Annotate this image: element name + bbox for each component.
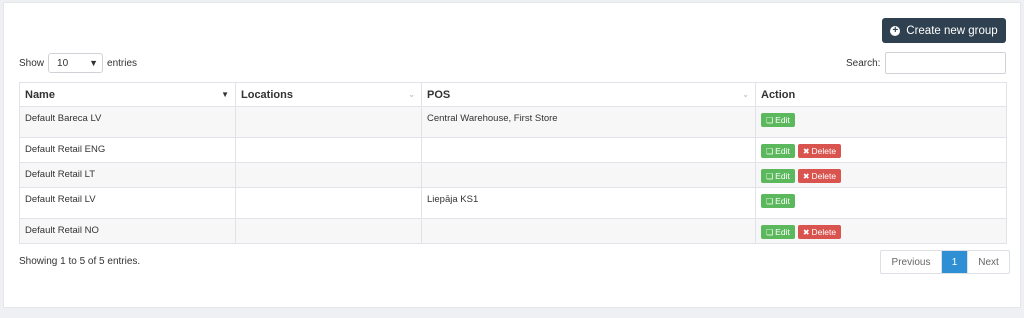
- search-label: Search:: [846, 57, 881, 69]
- delete-label: Delete: [811, 227, 837, 237]
- column-header-action-label: Action: [761, 88, 796, 101]
- cell-locations: [235, 162, 422, 188]
- sort-icon: ⌄: [742, 90, 749, 99]
- close-icon: ✖: [802, 171, 810, 181]
- entries-label: entries: [107, 57, 138, 69]
- close-icon: ✖: [802, 146, 810, 156]
- edit-button[interactable]: ❏ Edit: [761, 144, 795, 158]
- search-input[interactable]: [885, 52, 1007, 74]
- groups-table: Name ▼ Locations ⌄ POS ⌄ Action Default …: [19, 82, 1007, 244]
- close-icon: ✖: [802, 227, 810, 237]
- edit-icon: ❏: [766, 227, 774, 237]
- cell-name: Default Retail LV: [19, 187, 236, 219]
- cell-locations: [235, 218, 422, 244]
- cell-locations: [235, 137, 422, 163]
- table-row: Default Retail LT ❏ Edit ✖ Delete: [19, 162, 1007, 188]
- create-new-group-button[interactable]: + Create new group: [882, 18, 1006, 43]
- edit-button[interactable]: ❏ Edit: [761, 194, 795, 208]
- edit-button[interactable]: ❏ Edit: [761, 169, 795, 183]
- table-row: Default Retail NO ❏ Edit ✖ Delete: [19, 218, 1007, 244]
- cell-name: Default Retail LT: [19, 162, 236, 188]
- column-header-name-label: Name: [25, 88, 55, 101]
- delete-label: Delete: [811, 171, 837, 181]
- cell-pos: Central Warehouse, First Store: [421, 106, 756, 138]
- column-header-action: Action: [755, 82, 1007, 107]
- page-length-select[interactable]: 10 ▼: [48, 53, 104, 73]
- edit-label: Edit: [775, 227, 790, 237]
- edit-label: Edit: [775, 171, 790, 181]
- edit-icon: ❏: [766, 171, 774, 181]
- pagination-next-button[interactable]: Next: [967, 251, 1009, 273]
- edit-label: Edit: [775, 115, 790, 125]
- cell-name: Default Retail ENG: [19, 137, 236, 163]
- column-header-locations[interactable]: Locations ⌄: [235, 82, 422, 107]
- delete-button[interactable]: ✖ Delete: [797, 225, 842, 239]
- search-control: Search:: [846, 51, 1007, 75]
- cell-name: Default Bareca LV: [19, 106, 236, 138]
- cell-locations: [235, 106, 422, 138]
- cell-name: Default Retail NO: [19, 218, 236, 244]
- cell-actions: ❏ Edit ✖ Delete: [755, 137, 1007, 163]
- edit-icon: ❏: [766, 146, 774, 156]
- table-info: Showing 1 to 5 of 5 entries.: [19, 256, 141, 267]
- sort-desc-icon: ▼: [221, 90, 229, 99]
- delete-button[interactable]: ✖ Delete: [797, 144, 842, 158]
- cell-actions: ❏ Edit: [755, 187, 1007, 219]
- table-row: Default Retail ENG ❏ Edit ✖ Delete: [19, 137, 1007, 163]
- table-header-row: Name ▼ Locations ⌄ POS ⌄ Action: [19, 82, 1007, 107]
- delete-button[interactable]: ✖ Delete: [797, 169, 842, 183]
- table-row: Default Retail LV Liepāja KS1 ❏ Edit: [19, 187, 1007, 219]
- chevron-down-icon: ▼: [89, 58, 99, 68]
- show-label: Show: [19, 57, 45, 69]
- cell-pos: [421, 162, 756, 188]
- edit-button[interactable]: ❏ Edit: [761, 225, 795, 239]
- edit-label: Edit: [775, 196, 790, 206]
- column-header-pos[interactable]: POS ⌄: [421, 82, 756, 107]
- cell-pos: [421, 218, 756, 244]
- cell-locations: [235, 187, 422, 219]
- pagination-previous-button[interactable]: Previous: [881, 251, 942, 273]
- plus-circle-icon: +: [890, 25, 901, 36]
- cell-actions: ❏ Edit ✖ Delete: [755, 218, 1007, 244]
- sort-icon: ⌄: [408, 90, 415, 99]
- edit-icon: ❏: [766, 115, 774, 125]
- delete-label: Delete: [811, 146, 837, 156]
- column-header-pos-label: POS: [427, 88, 451, 101]
- edit-icon: ❏: [766, 196, 774, 206]
- page-length-control: Show 10 ▼ entries: [19, 52, 137, 74]
- cell-pos: Liepāja KS1: [421, 187, 756, 219]
- groups-panel: + Create new group Show 10 ▼ entries Sea…: [3, 2, 1021, 308]
- pagination-page-button[interactable]: 1: [942, 251, 967, 273]
- create-new-group-label: Create new group: [906, 24, 998, 37]
- edit-label: Edit: [775, 146, 790, 156]
- column-header-locations-label: Locations: [241, 88, 293, 101]
- pagination: Previous 1 Next: [880, 250, 1010, 274]
- column-header-name[interactable]: Name ▼: [19, 82, 236, 107]
- page-length-value: 10: [57, 57, 69, 69]
- cell-actions: ❏ Edit: [755, 106, 1007, 138]
- cell-actions: ❏ Edit ✖ Delete: [755, 162, 1007, 188]
- cell-pos: [421, 137, 756, 163]
- table-row: Default Bareca LV Central Warehouse, Fir…: [19, 106, 1007, 138]
- edit-button[interactable]: ❏ Edit: [761, 113, 795, 127]
